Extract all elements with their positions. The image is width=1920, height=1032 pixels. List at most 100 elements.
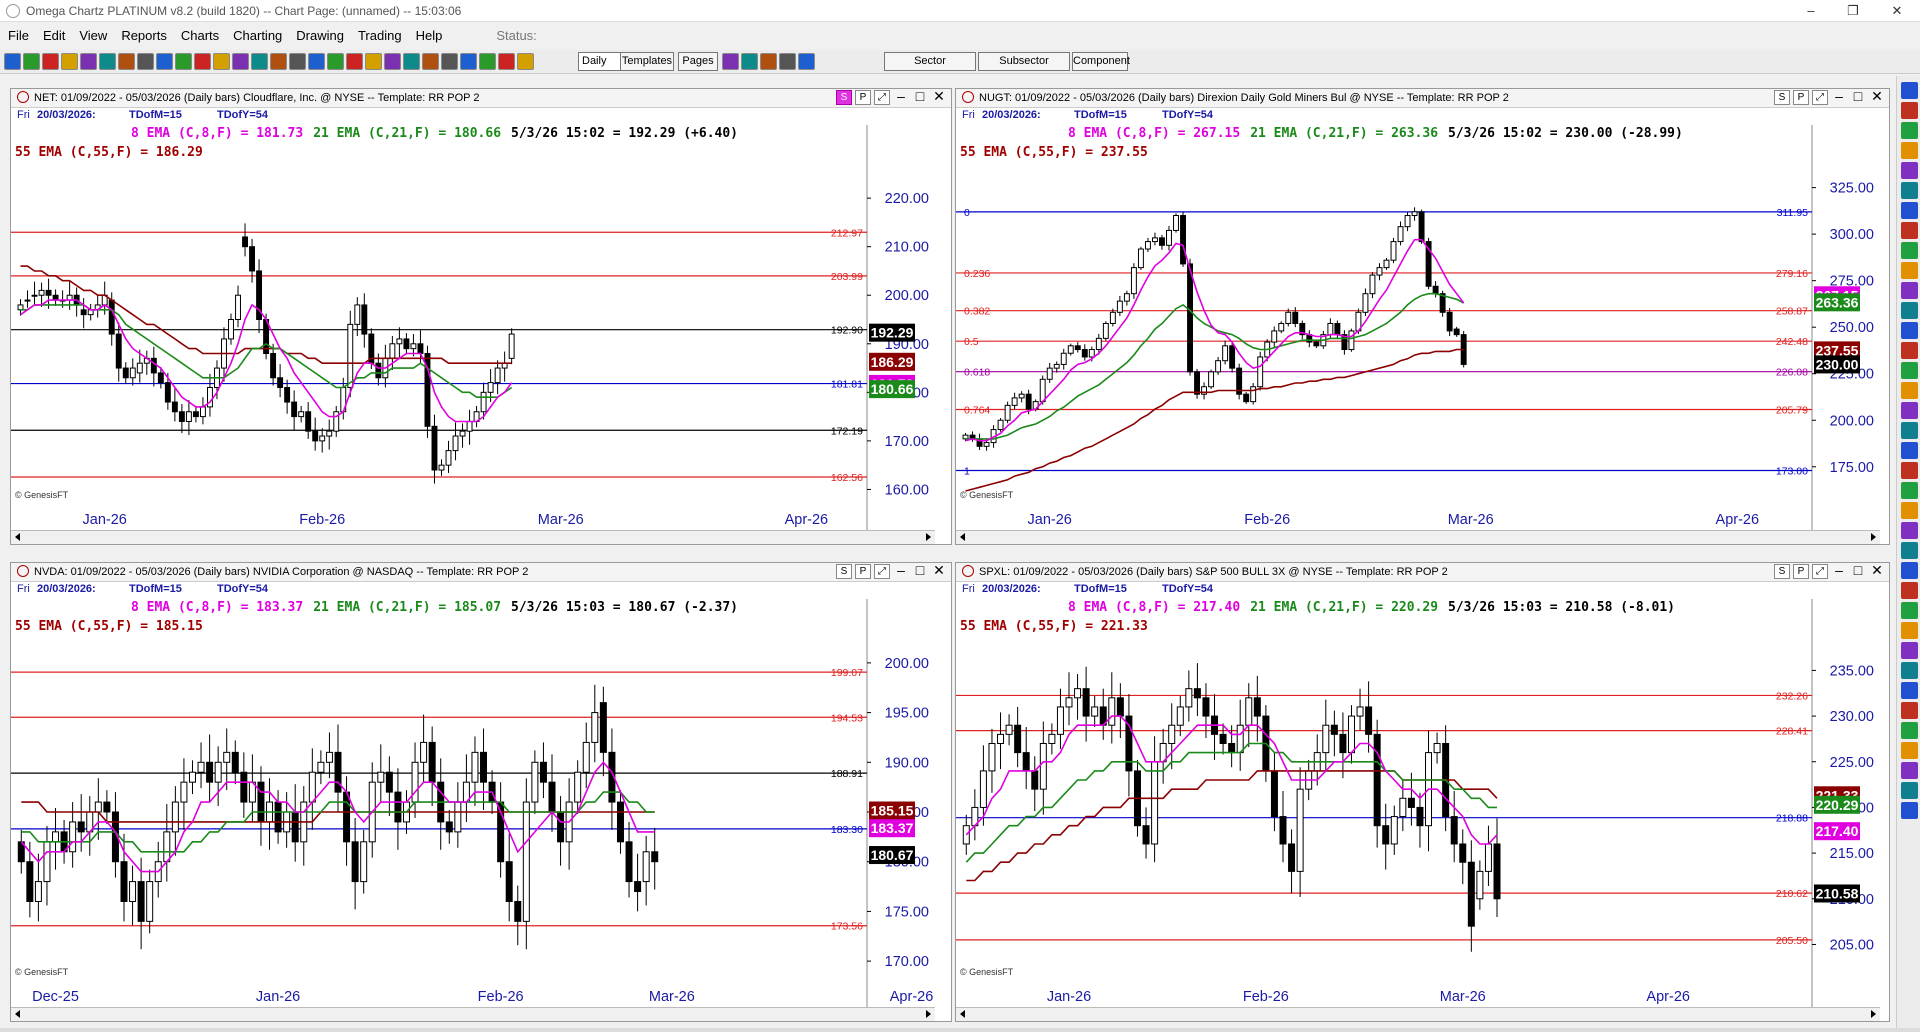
text-icon[interactable] [760, 53, 777, 70]
fib-icon[interactable] [1901, 262, 1918, 279]
panel-s-button[interactable]: S [1774, 90, 1790, 105]
note-icon[interactable] [1901, 502, 1918, 519]
arrow-down-icon[interactable] [1901, 442, 1918, 459]
triangle-icon[interactable] [1901, 402, 1918, 419]
panel-close-button[interactable]: ✕ [931, 563, 947, 579]
panel-p-button[interactable]: P [1793, 564, 1809, 579]
grid-icon[interactable] [1901, 582, 1918, 599]
hline-icon[interactable] [1901, 202, 1918, 219]
alert-icon[interactable] [327, 53, 344, 70]
panel-close-button[interactable]: ✕ [1869, 563, 1885, 579]
panel-close-button[interactable]: ✕ [931, 89, 947, 105]
cycle-icon[interactable] [1901, 302, 1918, 319]
scroll-right-icon[interactable] [926, 533, 931, 541]
panel-popout-button[interactable]: ⤢ [874, 564, 890, 579]
search-icon[interactable] [365, 53, 382, 70]
print-icon[interactable] [741, 53, 758, 70]
clock-icon[interactable] [1901, 162, 1918, 179]
panel-minimize-button[interactable]: – [893, 563, 909, 579]
panel-p-button[interactable]: P [855, 564, 871, 579]
menu-file[interactable]: File [0, 26, 35, 43]
line-icon[interactable] [517, 53, 534, 70]
channel-icon[interactable] [308, 53, 325, 70]
measure-icon[interactable] [1901, 462, 1918, 479]
menu-trading[interactable]: Trading [350, 26, 408, 43]
scroll-right-icon[interactable] [926, 1010, 931, 1018]
panel-popout-button[interactable]: ⤢ [1812, 564, 1828, 579]
help-icon[interactable] [1901, 802, 1918, 819]
menu-help[interactable]: Help [408, 26, 449, 43]
scan-icon[interactable] [798, 53, 815, 70]
grid-icon[interactable] [213, 53, 230, 70]
zoom-icon[interactable] [1901, 102, 1918, 119]
compare-icon[interactable] [175, 53, 192, 70]
chart-panel-nugt[interactable]: NUGT: 01/09/2022 - 05/03/2026 (Daily bar… [955, 88, 1890, 545]
magnet-icon[interactable] [1901, 562, 1918, 579]
sector-button[interactable]: Sector [884, 52, 976, 71]
panel-popout-button[interactable]: ⤢ [1812, 90, 1828, 105]
panel-s-button[interactable]: S [836, 90, 852, 105]
zoom-out-icon[interactable] [61, 53, 78, 70]
fib-icon[interactable] [270, 53, 287, 70]
menu-charts[interactable]: Charts [173, 26, 225, 43]
zoom-in-icon[interactable] [460, 53, 477, 70]
hide-icon[interactable] [1901, 642, 1918, 659]
compare-icon[interactable] [779, 53, 796, 70]
horizontal-scrollbar[interactable] [11, 530, 935, 544]
zoom-out-icon[interactable] [479, 53, 496, 70]
eye-icon[interactable] [1901, 622, 1918, 639]
arrow-icon[interactable] [251, 53, 268, 70]
close-button[interactable]: ✕ [1876, 0, 1918, 22]
text-icon[interactable] [156, 53, 173, 70]
menu-edit[interactable]: Edit [35, 26, 71, 43]
layers-icon[interactable] [1901, 602, 1918, 619]
candle-icon[interactable] [722, 53, 739, 70]
menu-drawing[interactable]: Drawing [288, 26, 350, 43]
erase-icon[interactable] [1901, 522, 1918, 539]
pages-button[interactable]: Pages [678, 52, 718, 71]
palette-icon[interactable] [346, 53, 363, 70]
vline-icon[interactable] [1901, 222, 1918, 239]
settings-icon[interactable] [1901, 782, 1918, 799]
crosshair-icon[interactable] [23, 53, 40, 70]
bar-chart-icon[interactable] [498, 53, 515, 70]
chart-panel-net[interactable]: NET: 01/09/2022 - 05/03/2026 (Daily bars… [10, 88, 952, 545]
chart-panel-nvda[interactable]: NVDA: 01/09/2022 - 05/03/2026 (Daily bar… [10, 562, 952, 1022]
panel-minimize-button[interactable]: – [1831, 89, 1847, 105]
menu-reports[interactable]: Reports [113, 26, 173, 43]
panel-minimize-button[interactable]: – [893, 89, 909, 105]
save-icon[interactable] [1901, 682, 1918, 699]
bar-chart-icon[interactable] [80, 53, 97, 70]
flag-icon[interactable] [1901, 482, 1918, 499]
panel-minimize-button[interactable]: – [1831, 563, 1847, 579]
minus-icon[interactable] [403, 53, 420, 70]
horizontal-scrollbar[interactable] [956, 530, 1880, 544]
panel-s-button[interactable]: S [836, 564, 852, 579]
line-icon[interactable] [99, 53, 116, 70]
settings-icon[interactable] [422, 53, 439, 70]
panel-maximize-button[interactable]: □ [912, 563, 928, 579]
panel-maximize-button[interactable]: □ [912, 89, 928, 105]
arrow-up-icon[interactable] [1901, 422, 1918, 439]
panel-s-button[interactable]: S [1774, 564, 1790, 579]
menu-charting[interactable]: Charting [225, 26, 288, 43]
rect-icon[interactable] [1901, 382, 1918, 399]
panel-maximize-button[interactable]: □ [1850, 563, 1866, 579]
arc-icon[interactable] [1901, 342, 1918, 359]
scroll-left-icon[interactable] [960, 533, 965, 541]
print-icon[interactable] [137, 53, 154, 70]
panel-popout-button[interactable]: ⤢ [874, 90, 890, 105]
panel-p-button[interactable]: P [1793, 90, 1809, 105]
zoom-in-icon[interactable] [42, 53, 59, 70]
ellipse-icon[interactable] [1901, 362, 1918, 379]
candle-icon[interactable] [118, 53, 135, 70]
plus-icon[interactable] [384, 53, 401, 70]
channel-icon[interactable] [1901, 242, 1918, 259]
lock-icon[interactable] [1901, 542, 1918, 559]
scroll-left-icon[interactable] [960, 1010, 965, 1018]
paste-icon[interactable] [1901, 722, 1918, 739]
scroll-left-icon[interactable] [15, 533, 20, 541]
magnify-icon[interactable] [1901, 122, 1918, 139]
panel-maximize-button[interactable]: □ [1850, 89, 1866, 105]
horizontal-scrollbar[interactable] [11, 1007, 935, 1021]
